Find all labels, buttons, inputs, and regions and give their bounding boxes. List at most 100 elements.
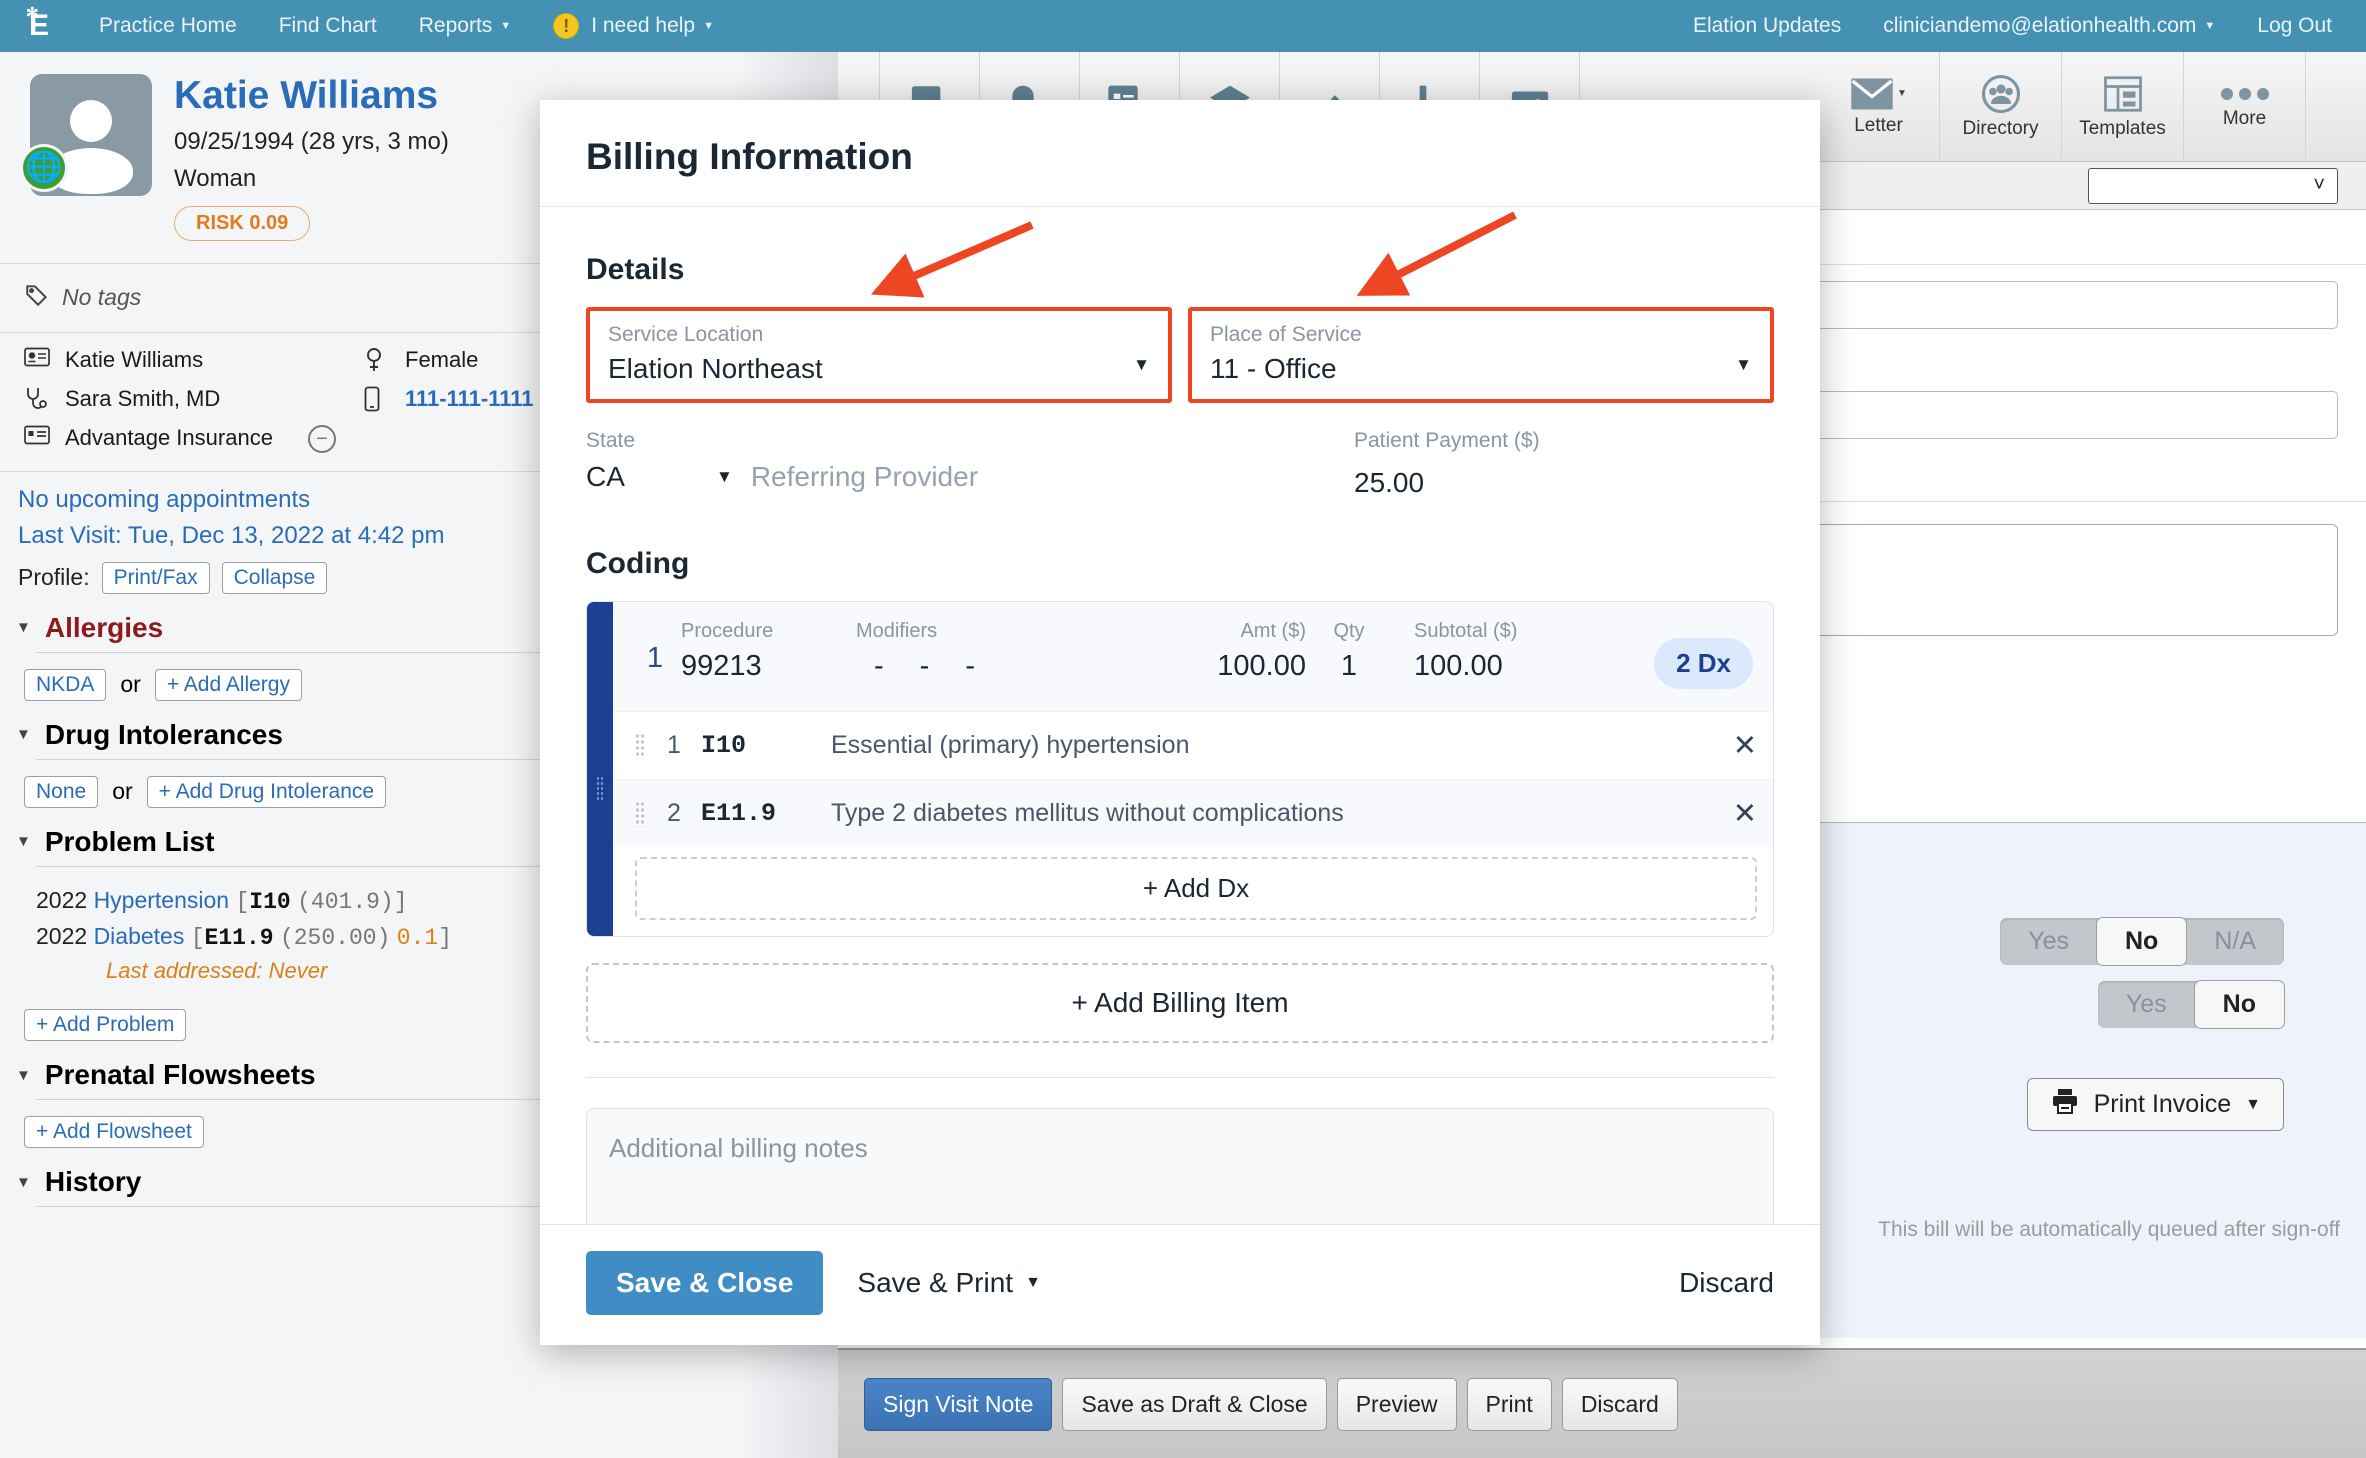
print-button[interactable]: Print <box>1466 1377 1552 1431</box>
section-history-title: History <box>44 1166 142 1198</box>
billing-notes-input[interactable]: Additional billing notes <box>586 1108 1774 1224</box>
elation-logo-icon[interactable]: ✻ E <box>0 0 78 52</box>
more-button[interactable]: More <box>2184 52 2306 161</box>
modal-header: Billing Information <box>540 100 1820 207</box>
none-button[interactable]: None <box>24 775 99 808</box>
minus-circle-icon[interactable]: − <box>307 424 336 453</box>
chevron-down-icon: ˅ <box>2313 174 2325 196</box>
nav-find-chart[interactable]: Find Chart <box>258 0 398 52</box>
note-type-select[interactable]: ˅ <box>2088 167 2338 204</box>
add-dx-button[interactable]: + Add Dx <box>635 857 1757 920</box>
service-location-select[interactable]: Service Location Elation Northeast ▼ <box>586 307 1172 403</box>
state-select[interactable]: State CA <box>586 429 716 493</box>
table-row[interactable]: 2 E11.9 Type 2 diabetes mellitus without… <box>613 779 1773 847</box>
problem-name[interactable]: Diabetes <box>94 923 185 949</box>
dx-description: Type 2 diabetes mellitus without complic… <box>831 799 1344 827</box>
status-badge[interactable]: RISK 0.09 <box>174 205 311 241</box>
amount-column[interactable]: Amt ($) 100.00 <box>1156 620 1306 683</box>
directory-button[interactable]: Directory <box>1940 52 2062 161</box>
nav-elation-updates[interactable]: Elation Updates <box>1672 0 1862 52</box>
or-label: or <box>120 671 141 698</box>
demo-provider: Sara Smith, MD <box>24 386 364 412</box>
section-problem-list-title: Problem List <box>44 825 215 857</box>
section-allergies-title: Allergies <box>44 611 164 643</box>
printer-icon <box>2050 1088 2080 1121</box>
demo-name: Katie Williams <box>24 347 364 373</box>
table-row[interactable]: 1 I10 Essential (primary) hypertension ✕ <box>613 711 1773 779</box>
patient-tags-label: No tags <box>62 284 142 311</box>
problem-code: E11.9 <box>204 924 274 951</box>
problem-severity: 0.1 <box>396 924 439 951</box>
close-x-icon[interactable]: ✕ <box>1733 796 1757 831</box>
grip-dots-icon[interactable] <box>635 732 645 759</box>
yes-option[interactable]: Yes <box>2098 981 2195 1028</box>
demo-phone-value[interactable]: 111-111-1111 <box>405 386 534 412</box>
chevron-down-icon: ▼ <box>16 833 31 851</box>
na-option[interactable]: N/A <box>2186 918 2284 965</box>
save-print-button[interactable]: Save & Print ▼ <box>857 1267 1040 1299</box>
details-field-row: Service Location Elation Northeast ▼ Pla… <box>586 307 1774 403</box>
add-billing-item-button[interactable]: + Add Billing Item <box>586 963 1774 1043</box>
add-problem-button[interactable]: + Add Problem <box>24 1009 187 1042</box>
bill-queue-note: This bill will be automatically queued a… <box>1878 1218 2340 1241</box>
qty-column[interactable]: Qty 1 <box>1306 620 1392 683</box>
sign-visit-note-button[interactable]: Sign Visit Note <box>864 1377 1053 1431</box>
page-title[interactable]: Katie Williams <box>174 74 449 118</box>
chevron-down-icon: ▼ <box>16 1066 31 1084</box>
collapse-button[interactable]: Collapse <box>221 561 328 594</box>
problem-name[interactable]: Hypertension <box>94 887 230 913</box>
discard-button[interactable]: Discard <box>1679 1267 1774 1299</box>
grip-dots-icon <box>596 775 604 800</box>
chevron-down-icon[interactable]: ▼ <box>716 467 733 487</box>
referring-provider-input[interactable]: Referring Provider <box>751 461 978 493</box>
procedure-column[interactable]: Procedure 99213 <box>681 620 856 683</box>
subtotal-header: Subtotal ($) <box>1414 620 1518 642</box>
patient-payment-field[interactable]: Patient Payment ($) 25.00 <box>1354 429 1774 499</box>
modal-footer: Save & Close Save & Print ▼ Discard <box>540 1224 1820 1345</box>
amount-value: 100.00 <box>1217 650 1306 682</box>
stethoscope-icon <box>24 386 52 412</box>
modifiers-column[interactable]: Modifiers - - - <box>856 620 1156 683</box>
print-fax-button[interactable]: Print/Fax <box>101 561 210 594</box>
save-close-button[interactable]: Save & Close <box>586 1251 824 1315</box>
nkda-button[interactable]: NKDA <box>24 668 107 701</box>
procedure-index: 1 <box>646 642 664 674</box>
add-allergy-button[interactable]: + Add Allergy <box>154 668 302 701</box>
drag-handle-bar[interactable] <box>587 602 613 936</box>
modifier-1-value[interactable]: - <box>874 650 884 683</box>
nav-log-out[interactable]: Log Out <box>2236 0 2366 52</box>
close-x-icon[interactable]: ✕ <box>1733 728 1757 763</box>
yes-no-na-toggle[interactable]: Yes No N/A <box>2000 917 2284 966</box>
no-option[interactable]: No <box>2095 917 2188 966</box>
nav-reports[interactable]: Reports ▼ <box>398 0 532 52</box>
amount-header: Amt ($) <box>1240 620 1306 642</box>
add-drug-intolerance-button[interactable]: + Add Drug Intolerance <box>146 775 387 808</box>
yes-no-toggle[interactable]: Yes No <box>2097 980 2285 1029</box>
demo-insurance-value: Advantage Insurance <box>65 424 273 450</box>
chevron-down-icon: ▼ <box>16 619 31 637</box>
qty-value: 1 <box>1340 650 1358 682</box>
print-invoice-button[interactable]: Print Invoice ▼ <box>2026 1078 2284 1131</box>
no-option[interactable]: No <box>2193 980 2285 1029</box>
dx-count-badge[interactable]: 2 Dx <box>1654 638 1753 689</box>
nav-practice-home[interactable]: Practice Home <box>78 0 258 52</box>
dx-code: E11.9 <box>701 799 777 828</box>
discard-button[interactable]: Discard <box>1561 1377 1678 1431</box>
place-of-service-select[interactable]: Place of Service 11 - Office ▼ <box>1188 307 1774 403</box>
modifier-3-value[interactable]: - <box>965 650 975 683</box>
nav-account-menu[interactable]: cliniciandemo@elationhealth.com ▼ <box>1862 0 2236 52</box>
problem-code: I10 <box>249 888 291 915</box>
dx-number: 1 <box>667 731 681 759</box>
yes-option[interactable]: Yes <box>2000 918 2097 965</box>
modifier-2-value[interactable]: - <box>920 650 930 683</box>
templates-button[interactable]: Templates <box>2062 52 2184 161</box>
save-as-draft-close-button[interactable]: Save as Draft & Close <box>1062 1377 1327 1431</box>
preview-button[interactable]: Preview <box>1336 1377 1457 1431</box>
qty-header: Qty <box>1333 620 1365 642</box>
letter-button[interactable]: ▼ Letter <box>1818 52 1940 161</box>
demo-provider-value: Sara Smith, MD <box>65 385 221 411</box>
nav-i-need-help[interactable]: ! I need help ▼ <box>532 0 735 52</box>
add-flowsheet-button[interactable]: + Add Flowsheet <box>24 1116 204 1149</box>
nav-account-label: cliniciandemo@elationhealth.com <box>1883 14 2197 37</box>
grip-dots-icon[interactable] <box>635 800 645 827</box>
